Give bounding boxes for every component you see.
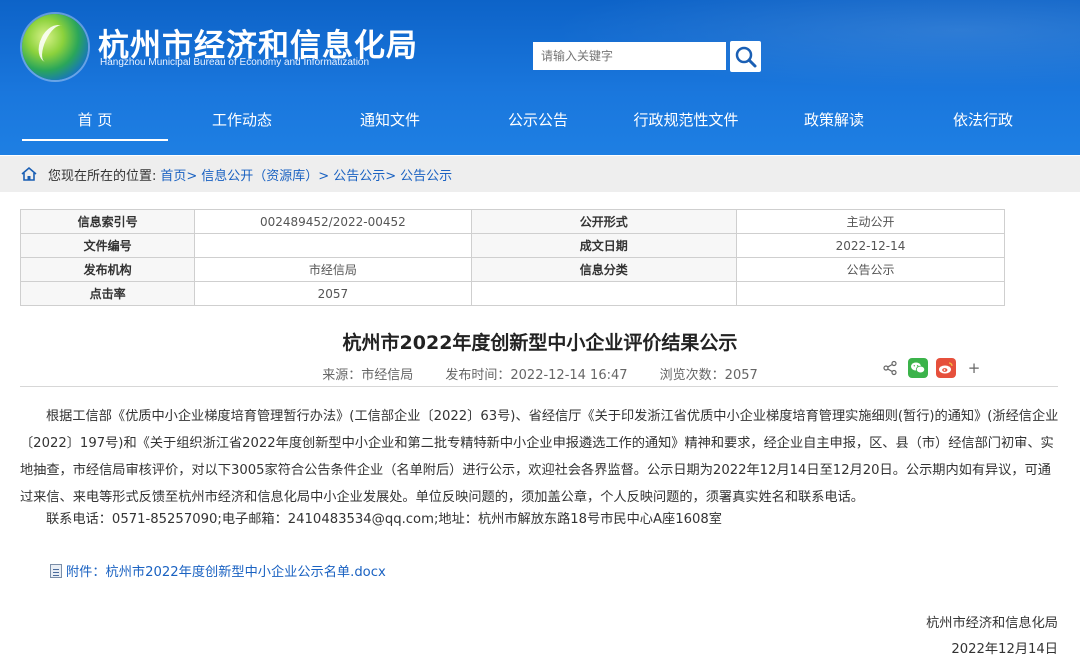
written-date-value: 2022-12-14 — [735, 233, 1006, 258]
search-icon — [735, 46, 756, 67]
search-input[interactable] — [533, 42, 726, 70]
nav-work-news[interactable]: 工作动态 — [168, 100, 316, 140]
empty-cell — [735, 281, 1006, 306]
publisher-label: 发布机构 — [19, 257, 196, 282]
breadcrumb: 您现在所在的位置: 首页> 信息公开（资源库）> 公告公示> 公告公示 — [0, 156, 1080, 192]
publisher-value: 市经信局 — [194, 257, 472, 282]
nav-policy-interpretation[interactable]: 政策解读 — [760, 100, 908, 140]
info-table: 信息索引号 002489452/2022-00452 公开形式 主动公开 文件编… — [19, 209, 1006, 306]
table-row: 文件编号 成文日期 2022-12-14 — [19, 233, 1006, 258]
site-subtitle: Hangzhou Municipal Bureau of Economy and… — [100, 57, 370, 68]
click-rate-label: 点击率 — [19, 281, 196, 306]
signature-org: 杭州市经济和信息化局 — [926, 616, 1058, 631]
wechat-icon[interactable] — [908, 358, 928, 378]
publish-form-label: 公开形式 — [470, 209, 737, 234]
article-published: 发布时间：2022-12-14 16:47 — [445, 368, 628, 383]
search-button[interactable] — [730, 41, 761, 72]
article-title: 杭州市2022年度创新型中小企业评价结果公示 — [342, 332, 738, 354]
article-paragraph: 根据工信部《优质中小企业梯度培育管理暂行办法》(工信部企业〔2022〕63号)、… — [20, 409, 1059, 505]
article-body: 根据工信部《优质中小企业梯度培育管理暂行办法》(工信部企业〔2022〕63号)、… — [20, 403, 1060, 511]
attachment-link[interactable]: 附件：杭州市2022年度创新型中小企业公示名单.docx — [66, 561, 386, 580]
share-icon[interactable] — [880, 358, 900, 378]
home-icon — [20, 165, 38, 183]
attachment: 附件：杭州市2022年度创新型中小企业公示名单.docx — [50, 561, 386, 580]
table-row: 点击率 2057 — [19, 281, 1006, 306]
weibo-icon[interactable] — [936, 358, 956, 378]
breadcrumb-announcements[interactable]: 公告公示> — [333, 165, 396, 184]
breadcrumb-info-disclosure[interactable]: 信息公开（资源库）> — [201, 165, 329, 184]
category-value: 公告公示 — [735, 257, 1006, 282]
doc-number-label: 文件编号 — [19, 233, 196, 258]
article-views: 浏览次数：2057 — [659, 368, 758, 383]
site-logo[interactable] — [22, 14, 88, 80]
nav-regulations[interactable]: 行政规范性文件 — [612, 100, 760, 140]
divider — [20, 386, 1058, 387]
nav-notices[interactable]: 通知文件 — [316, 100, 464, 140]
plus-icon[interactable]: + — [964, 358, 984, 378]
info-index-value: 002489452/2022-00452 — [194, 209, 472, 234]
click-rate-value: 2057 — [194, 281, 472, 306]
breadcrumb-home[interactable]: 首页> — [160, 165, 197, 184]
category-label: 信息分类 — [470, 257, 737, 282]
nav-legal-admin[interactable]: 依法行政 — [908, 100, 1058, 140]
doc-number-value — [194, 233, 472, 258]
signature-date: 2022年12月14日 — [951, 642, 1058, 657]
breadcrumb-prefix: 您现在所在的位置: — [48, 168, 157, 184]
nav-announcements[interactable]: 公示公告 — [464, 100, 612, 140]
breadcrumb-current[interactable]: 公告公示 — [400, 165, 452, 184]
table-row: 信息索引号 002489452/2022-00452 公开形式 主动公开 — [19, 209, 1006, 234]
written-date-label: 成文日期 — [470, 233, 737, 258]
article-source: 来源：市经信局 — [322, 368, 414, 383]
document-icon — [50, 563, 62, 578]
site-header: 杭州市经济和信息化局 Hangzhou Municipal Bureau of … — [0, 0, 1080, 155]
contact-info: 联系电话：0571-85257090;电子邮箱：2410483534@qq.co… — [46, 512, 722, 527]
empty-cell — [470, 281, 737, 306]
table-row: 发布机构 市经信局 信息分类 公告公示 — [19, 257, 1006, 282]
main-nav: 首 页 工作动态 通知文件 公示公告 行政规范性文件 政策解读 依法行政 — [22, 100, 1058, 141]
share-bar: + — [880, 358, 984, 378]
info-index-label: 信息索引号 — [19, 209, 196, 234]
publish-form-value: 主动公开 — [735, 209, 1006, 234]
nav-home[interactable]: 首 页 — [22, 100, 168, 141]
